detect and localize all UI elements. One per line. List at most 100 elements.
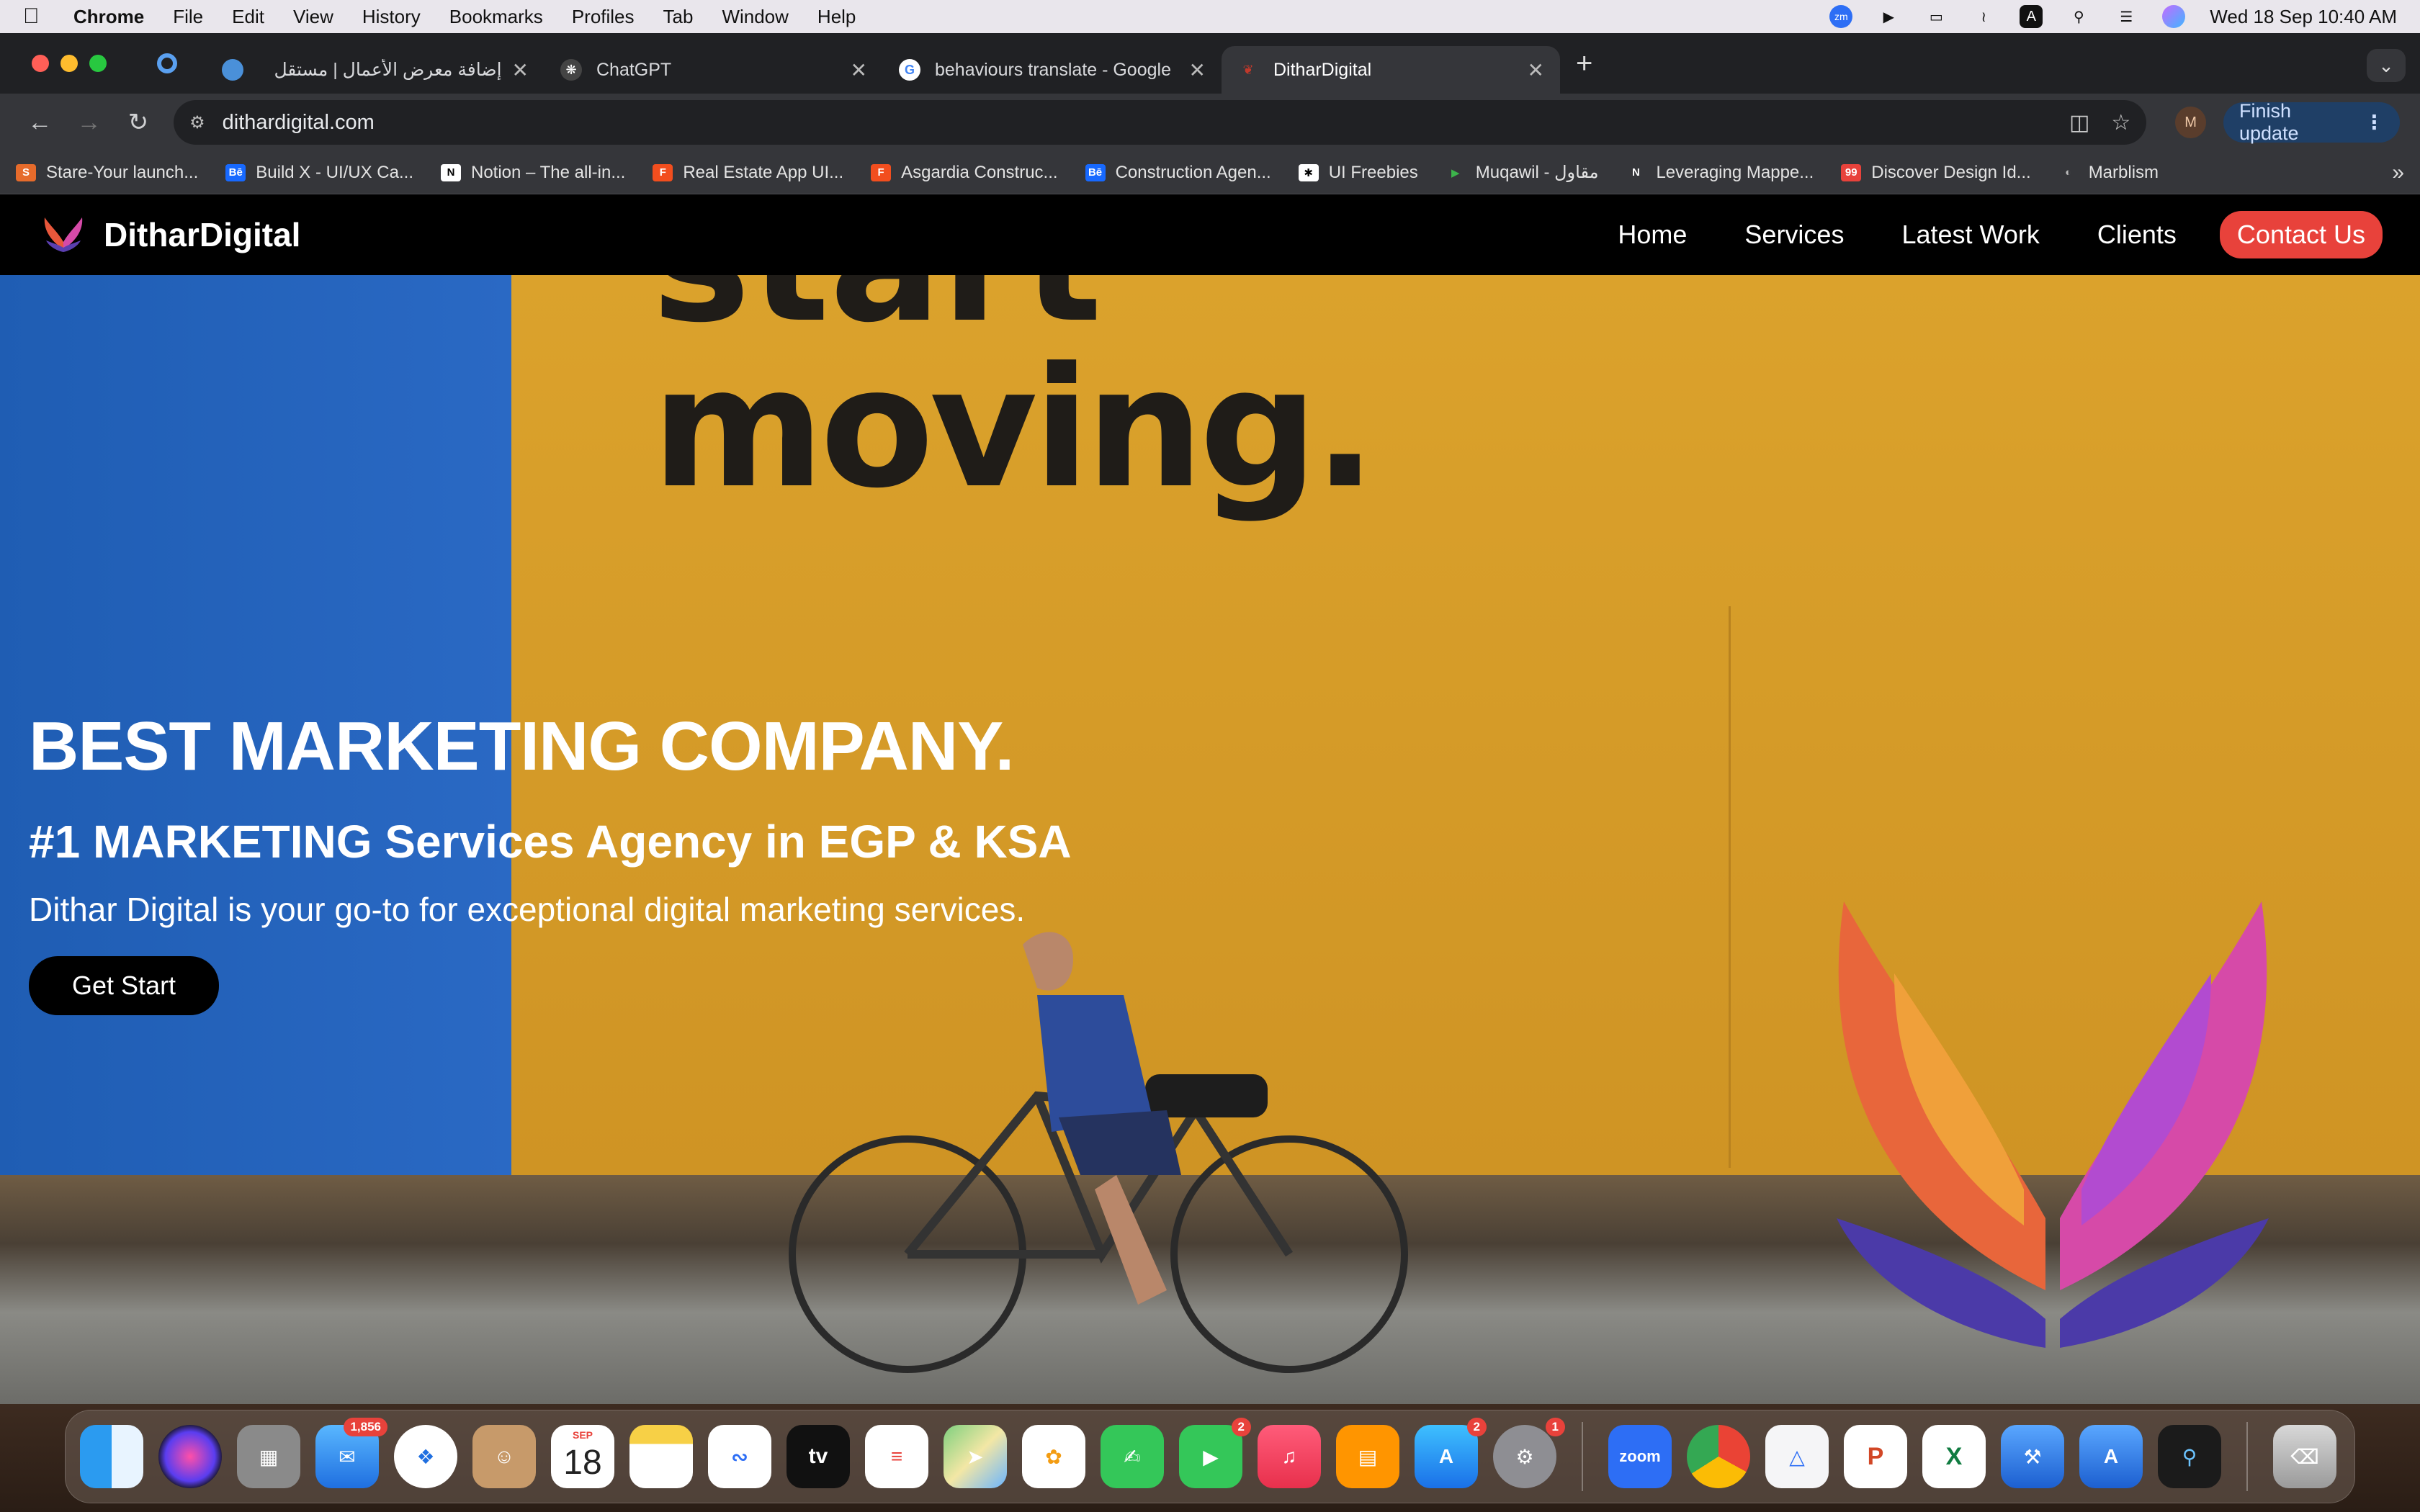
tab-close-icon[interactable]: ✕ bbox=[1189, 58, 1206, 82]
nav-clients[interactable]: Clients bbox=[2097, 220, 2177, 250]
quicktime-icon[interactable]: ⚲ bbox=[2158, 1425, 2221, 1488]
contacts-icon[interactable]: ☺ bbox=[472, 1425, 536, 1488]
bookmark-item[interactable]: F Asgardia Construc... bbox=[871, 163, 1058, 183]
tab-list-dropdown-icon[interactable]: ⌄ bbox=[2367, 49, 2406, 82]
menu-edit[interactable]: Edit bbox=[232, 6, 264, 28]
bookmark-item[interactable]: ▶ Muqawil - مقاول bbox=[1446, 162, 1598, 183]
music-icon[interactable]: ♫ bbox=[1258, 1425, 1321, 1488]
hero-copy: BEST MARKETING COMPANY. #1 MARKETING Ser… bbox=[29, 707, 1072, 1015]
zoom-icon[interactable]: zoom bbox=[1608, 1425, 1672, 1488]
nav-home[interactable]: Home bbox=[1618, 220, 1687, 250]
menubar-datetime[interactable]: Wed 18 Sep 10:40 AM bbox=[2210, 6, 2397, 28]
site-brand-name[interactable]: DitharDigital bbox=[104, 215, 300, 254]
tab-close-icon[interactable]: ✕ bbox=[512, 58, 529, 82]
notes-icon[interactable] bbox=[629, 1425, 693, 1488]
siri-icon[interactable] bbox=[158, 1425, 222, 1488]
bookmark-label: UI Freebies bbox=[1328, 162, 1418, 182]
finder-icon[interactable] bbox=[80, 1425, 143, 1488]
launchpad-icon[interactable]: ▦ bbox=[237, 1425, 300, 1488]
nav-latest-work[interactable]: Latest Work bbox=[1901, 220, 2039, 250]
menu-window[interactable]: Window bbox=[722, 6, 788, 28]
calendar-icon[interactable]: SEP 18 bbox=[551, 1425, 614, 1488]
tab-dithardigital[interactable]: ❦ DitharDigital ✕ bbox=[1222, 46, 1560, 94]
tab-mostaql[interactable]: إضافة معرض الأعمال | مستقل ✕ bbox=[206, 46, 544, 94]
menu-file[interactable]: File bbox=[173, 6, 203, 28]
maps-icon[interactable]: ➤ bbox=[944, 1425, 1007, 1488]
wings-logo-icon[interactable] bbox=[37, 213, 89, 256]
menu-view[interactable]: View bbox=[293, 6, 333, 28]
install-app-icon[interactable]: ◫ bbox=[2069, 110, 2089, 135]
menu-app-name[interactable]: Chrome bbox=[73, 6, 144, 28]
site-info-icon[interactable]: ⚙ bbox=[189, 112, 205, 133]
maximize-window-button[interactable] bbox=[89, 55, 107, 72]
tab-close-icon[interactable]: ✕ bbox=[1528, 58, 1544, 82]
trash-icon[interactable]: ⌫ bbox=[2273, 1425, 2336, 1488]
play-circle-icon[interactable]: ▶ bbox=[1877, 5, 1900, 28]
reload-icon[interactable]: ↻ bbox=[119, 102, 158, 143]
get-start-button[interactable]: Get Start bbox=[29, 956, 220, 1015]
search-icon[interactable]: ⚲ bbox=[2067, 5, 2090, 28]
mail-icon[interactable]: ✉ 1,856 bbox=[315, 1418, 387, 1488]
bookmark-item[interactable]: Bē Build X - UI/UX Ca... bbox=[225, 163, 413, 183]
excel-icon[interactable]: X bbox=[1922, 1425, 1986, 1488]
bookmark-item[interactable]: ◐ Marblism bbox=[2058, 163, 2159, 183]
photos-icon[interactable]: ✿ bbox=[1022, 1425, 1085, 1488]
tab-close-icon[interactable]: ✕ bbox=[851, 58, 867, 82]
input-source-icon[interactable]: A bbox=[2020, 5, 2043, 28]
reminders-icon[interactable]: ≡ bbox=[865, 1425, 928, 1488]
back-arrow-icon[interactable]: ← bbox=[20, 102, 59, 143]
chrome-icon[interactable] bbox=[1687, 1425, 1750, 1488]
url-text[interactable]: dithardigital.com bbox=[223, 111, 2048, 135]
tab-search-icon[interactable] bbox=[147, 43, 187, 84]
bookmark-item[interactable]: 99 Discover Design Id... bbox=[1841, 163, 2031, 183]
bookmark-item[interactable]: Bē Construction Agen... bbox=[1085, 163, 1271, 183]
zoom-status-icon[interactable]: zm bbox=[1829, 5, 1853, 28]
safari-icon[interactable]: ❖ bbox=[394, 1425, 457, 1488]
siri-icon[interactable] bbox=[2162, 5, 2186, 28]
system-settings-icon[interactable]: ⚙ 1 bbox=[1493, 1418, 1565, 1488]
status-area: zm ▶ ▭ ≀ A ⚲ ☰ Wed 18 Sep 10:40 AM bbox=[1829, 5, 2397, 28]
minimize-window-button[interactable] bbox=[60, 55, 78, 72]
uifreebies-icon: ✱ bbox=[1298, 163, 1319, 181]
simulator-icon[interactable]: A bbox=[2079, 1425, 2143, 1488]
bookmark-item[interactable]: N Notion – The all-in... bbox=[440, 163, 625, 183]
bookmark-star-icon[interactable]: ☆ bbox=[2111, 110, 2130, 135]
menu-bookmarks[interactable]: Bookmarks bbox=[449, 6, 543, 28]
messages-icon[interactable]: ✍ bbox=[1101, 1425, 1164, 1488]
powerpoint-label: P bbox=[1867, 1442, 1884, 1470]
freeform-icon[interactable]: ∾ bbox=[708, 1425, 771, 1488]
close-window-button[interactable] bbox=[32, 55, 49, 72]
books-icon[interactable]: ▤ bbox=[1336, 1425, 1399, 1488]
bookmark-item[interactable]: ✱ UI Freebies bbox=[1298, 162, 1418, 183]
finish-update-button[interactable]: Finish update ⋮ bbox=[2223, 100, 2401, 144]
bookmark-favicon: S bbox=[16, 163, 36, 181]
nav-services[interactable]: Services bbox=[1744, 220, 1844, 250]
powerpoint-icon[interactable]: P bbox=[1844, 1425, 1907, 1488]
menu-help[interactable]: Help bbox=[817, 6, 856, 28]
new-tab-button[interactable]: + bbox=[1576, 48, 1592, 80]
address-bar[interactable]: ⚙ dithardigital.com ◫ ☆ bbox=[174, 100, 2147, 145]
app-store-icon[interactable]: A2 bbox=[1415, 1418, 1487, 1488]
facetime-icon[interactable]: ▶ 2 bbox=[1179, 1418, 1251, 1488]
wifi-icon[interactable]: ≀ bbox=[1972, 5, 1995, 28]
menu-profiles[interactable]: Profiles bbox=[572, 6, 635, 28]
xcode-icon[interactable]: ⚒ bbox=[2001, 1425, 2064, 1488]
finish-update-label: Finish update bbox=[2238, 100, 2299, 144]
chevron-double-right-icon[interactable]: » bbox=[2392, 161, 2404, 185]
instruments-icon[interactable]: △ bbox=[1765, 1425, 1829, 1488]
tab-google-translate[interactable]: G behaviours translate - Google ✕ bbox=[883, 46, 1222, 94]
tab-chatgpt[interactable]: ❋ ChatGPT ✕ bbox=[544, 46, 883, 94]
menu-history[interactable]: History bbox=[362, 6, 421, 28]
apple-icon[interactable]:  bbox=[23, 4, 52, 29]
bookmark-item[interactable]: N Leveraging Mappe... bbox=[1626, 163, 1814, 183]
apple-tv-icon[interactable]: tv bbox=[786, 1425, 850, 1488]
profile-avatar[interactable]: M bbox=[2175, 107, 2206, 138]
bookmark-item[interactable]: S Stare-Your launch... bbox=[16, 163, 198, 183]
dithar-favicon: ❦ bbox=[1242, 62, 1254, 77]
menu-tab[interactable]: Tab bbox=[663, 6, 694, 28]
contact-us-button[interactable]: Contact Us bbox=[2219, 211, 2383, 258]
forward-arrow-icon[interactable]: → bbox=[69, 102, 108, 143]
bookmark-item[interactable]: F Real Estate App UI... bbox=[653, 163, 843, 183]
battery-icon[interactable]: ▭ bbox=[1924, 5, 1948, 28]
control-center-icon[interactable]: ☰ bbox=[2115, 5, 2138, 28]
